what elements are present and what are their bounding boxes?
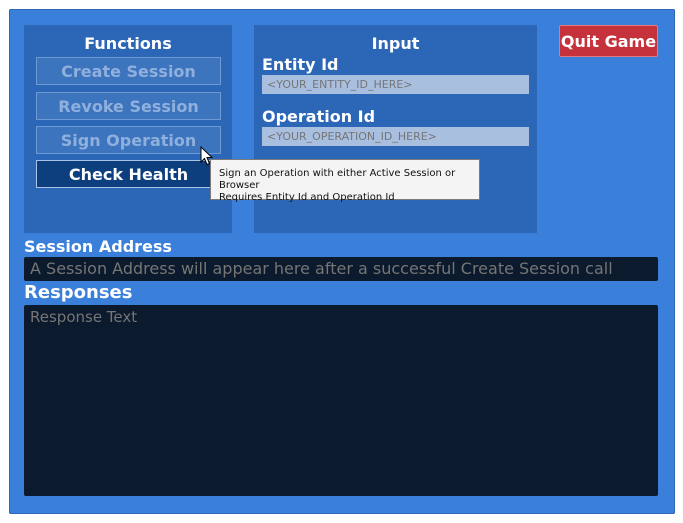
operation-id-input[interactable] <box>262 127 529 146</box>
functions-title: Functions <box>84 34 172 53</box>
session-address-label: Session Address <box>24 237 172 256</box>
entity-id-label: Entity Id <box>262 55 339 74</box>
app-frame: Functions Create Session Revoke Session … <box>9 9 675 514</box>
responses-label: Responses <box>24 282 133 303</box>
tooltip-line-1: Sign an Operation with either Active Ses… <box>219 168 456 191</box>
functions-panel: Functions Create Session Revoke Session … <box>24 25 232 233</box>
sign-operation-tooltip: Sign an Operation with either Active Ses… <box>210 159 480 203</box>
mouse-pointer-icon <box>200 146 214 166</box>
response-text-area[interactable] <box>24 305 658 496</box>
quit-game-button[interactable]: Quit Game <box>559 25 658 57</box>
tooltip-line-2: Requires Entity Id and Operation Id <box>219 192 395 203</box>
session-address-field[interactable] <box>24 257 658 281</box>
create-session-button[interactable]: Create Session <box>36 57 221 85</box>
input-title: Input <box>371 34 420 53</box>
revoke-session-button[interactable]: Revoke Session <box>36 92 221 120</box>
operation-id-label: Operation Id <box>262 107 376 126</box>
check-health-button[interactable]: Check Health <box>36 160 221 188</box>
sign-operation-button[interactable]: Sign Operation <box>36 126 221 154</box>
entity-id-input[interactable] <box>262 75 529 94</box>
